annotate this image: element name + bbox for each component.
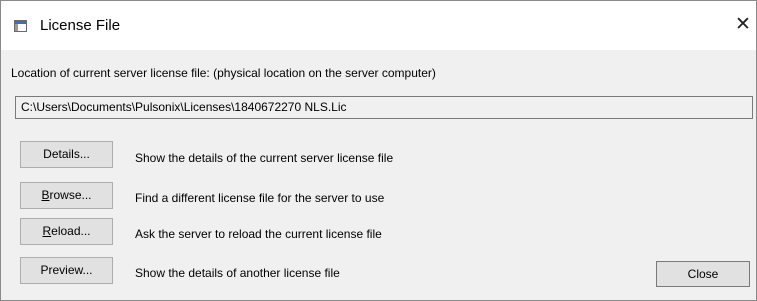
close-button[interactable]: Close <box>656 261 750 287</box>
license-path-field: C:\Users\Documents\Pulsonix\Licenses\184… <box>15 96 753 119</box>
reload-button[interactable]: Reload... <box>20 218 113 245</box>
reload-description: Ask the server to reload the current lic… <box>135 227 382 241</box>
license-file-dialog: License File ✕ Location of current serve… <box>0 0 757 301</box>
preview-button[interactable]: Preview... <box>20 257 113 284</box>
browse-button[interactable]: Browse... <box>20 182 113 209</box>
preview-description: Show the details of another license file <box>135 266 340 280</box>
details-description: Show the details of the current server l… <box>135 151 394 165</box>
details-button[interactable]: Details... <box>20 141 113 168</box>
window-title: License File <box>40 17 121 34</box>
window-icon <box>14 20 27 32</box>
browse-description: Find a different license file for the se… <box>135 191 385 205</box>
location-label: Location of current server license file:… <box>11 66 436 80</box>
title-bar: License File ✕ <box>1 1 756 50</box>
close-icon[interactable]: ✕ <box>731 13 755 37</box>
